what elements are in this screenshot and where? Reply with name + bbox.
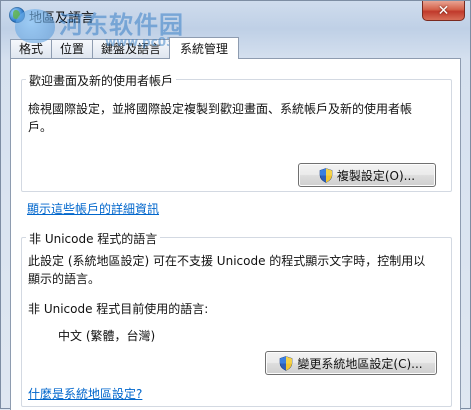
uac-shield-icon xyxy=(280,355,293,371)
administrative-panel: 歡迎畫面及新的使用者帳戶 檢視國際設定，並將國際設定複製到歡迎畫面、系統帳戶及新… xyxy=(10,58,461,410)
non-unicode-description-line-1: 此設定 (系統地區設定) 可在不支援 Unicode 的程式顯示文字時，控制用以 xyxy=(28,254,426,268)
welcome-description-line-1: 檢視國際設定，並將國際設定複製到歡迎畫面、系統帳戶及新的使用者帳 xyxy=(28,102,413,116)
welcome-description-line-2: 戶。 xyxy=(28,120,53,134)
current-language-label: 非 Unicode 程式目前使用的語言: xyxy=(28,302,209,316)
copy-settings-button[interactable]: 複製設定(O)... xyxy=(298,163,436,187)
uac-shield-icon xyxy=(319,167,333,183)
change-system-locale-label: 變更系統地區設定(C)... xyxy=(297,356,423,371)
copy-settings-label: 複製設定(O)... xyxy=(336,168,416,183)
welcome-screen-group: 歡迎畫面及新的使用者帳戶 檢視國際設定，並將國際設定複製到歡迎畫面、系統帳戶及新… xyxy=(21,72,452,192)
non-unicode-group-title: 非 Unicode 程式的語言 xyxy=(26,230,161,247)
region-language-dialog: 地區及語言 ✕ 格式 位置 鍵盤及語言 系統管理 歡迎畫面及新的使用者帳戶 檢視… xyxy=(0,0,471,410)
change-system-locale-button[interactable]: 變更系統地區設定(C)... xyxy=(265,351,437,375)
tab-formats[interactable]: 格式 xyxy=(10,39,53,58)
tab-administrative[interactable]: 系統管理 xyxy=(169,37,240,59)
welcome-group-title: 歡迎畫面及新的使用者帳戶 xyxy=(26,72,177,89)
close-icon: ✕ xyxy=(437,2,450,19)
close-button[interactable]: ✕ xyxy=(422,1,465,21)
non-unicode-description-line-2: 顯示的語言。 xyxy=(28,272,101,286)
tab-location[interactable]: 位置 xyxy=(51,39,94,58)
account-details-link[interactable]: 顯示這些帳戶的詳細資訊 xyxy=(27,200,159,217)
tab-keyboards-languages[interactable]: 鍵盤及語言 xyxy=(92,39,171,58)
globe-icon xyxy=(9,7,25,23)
what-is-system-locale-link[interactable]: 什麼是系統地區設定? xyxy=(28,385,142,402)
current-language-value: 中文 (繁體，台灣) xyxy=(58,329,156,343)
non-unicode-group: 非 Unicode 程式的語言 此設定 (系統地區設定) 可在不支援 Unico… xyxy=(21,230,452,407)
title-bar[interactable]: 地區及語言 ✕ xyxy=(1,1,470,29)
tab-strip: 格式 位置 鍵盤及語言 系統管理 xyxy=(10,37,240,59)
window-title: 地區及語言 xyxy=(29,11,95,26)
